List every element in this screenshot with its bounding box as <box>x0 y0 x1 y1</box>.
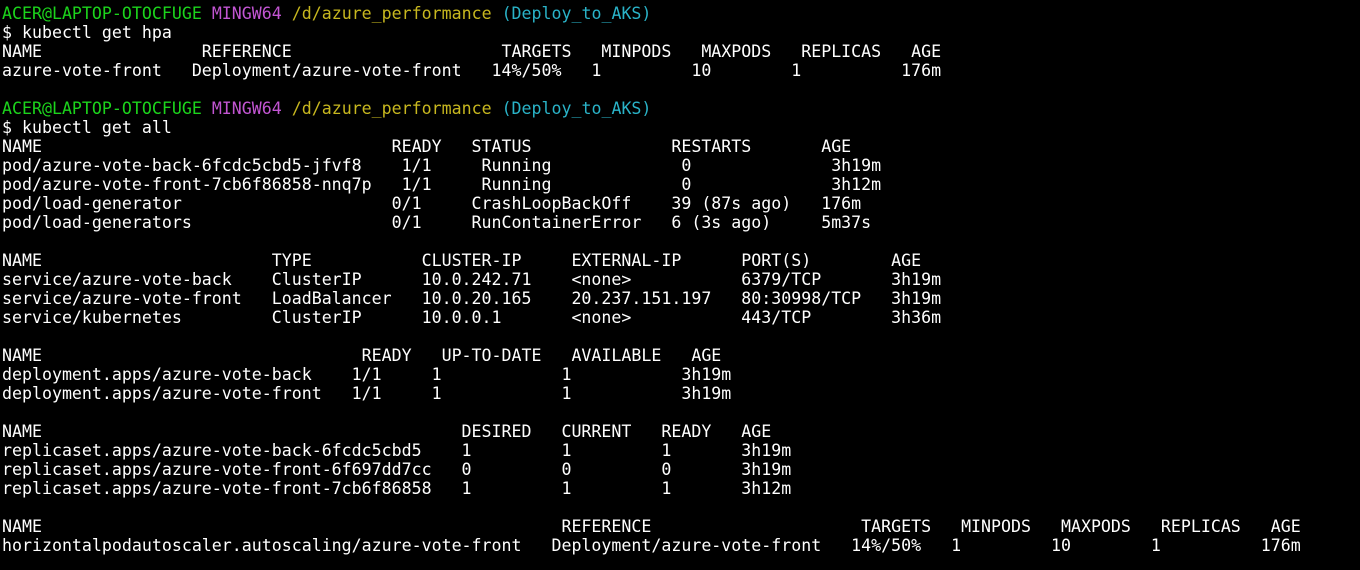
output-line: azure-vote-front Deployment/azure-vote-f… <box>2 61 942 80</box>
prompt-branch: (Deploy_to_AKS) <box>501 4 652 23</box>
command-line: $ kubectl get all <box>2 118 172 137</box>
command-line: $ kubectl get hpa <box>2 23 172 42</box>
output-line: NAME REFERENCE TARGETS MINPODS MAXPODS R… <box>2 517 1301 536</box>
prompt-path: /d/azure_performance <box>291 4 492 23</box>
output-line: NAME REFERENCE TARGETS MINPODS MAXPODS R… <box>2 42 942 61</box>
output-line: replicaset.apps/azure-vote-front-7cb6f86… <box>2 479 792 498</box>
output-line: service/azure-vote-front LoadBalancer 10… <box>2 289 942 308</box>
output-line: pod/azure-vote-back-6fcdc5cbd5-jfvf8 1/1… <box>2 156 882 175</box>
prompt-user-host: ACER@LAPTOP-OTOCFUGE <box>2 99 202 118</box>
prompt-shell: MINGW64 <box>211 99 282 118</box>
output-line: replicaset.apps/azure-vote-back-6fcdc5cb… <box>2 441 792 460</box>
prompt-line: ACER@LAPTOP-OTOCFUGE MINGW64 /d/azure_pe… <box>2 4 1360 23</box>
prompt-shell: MINGW64 <box>211 4 282 23</box>
output-line: pod/azure-vote-front-7cb6f86858-nnq7p 1/… <box>2 175 882 194</box>
output-line: service/kubernetes ClusterIP 10.0.0.1 <n… <box>2 308 942 327</box>
output-line: replicaset.apps/azure-vote-front-6f697dd… <box>2 460 792 479</box>
output-line: pod/load-generators 0/1 RunContainerErro… <box>2 213 872 232</box>
prompt-user-host: ACER@LAPTOP-OTOCFUGE <box>2 4 202 23</box>
output-line: NAME READY UP-TO-DATE AVAILABLE AGE <box>2 346 722 365</box>
prompt-line: ACER@LAPTOP-OTOCFUGE MINGW64 /d/azure_pe… <box>2 99 1360 118</box>
output-line: horizontalpodautoscaler.autoscaling/azur… <box>2 536 1301 555</box>
output-line: deployment.apps/azure-vote-back 1/1 1 1 … <box>2 365 732 384</box>
output-line: pod/load-generator 0/1 CrashLoopBackOff … <box>2 194 862 213</box>
output-line: NAME TYPE CLUSTER-IP EXTERNAL-IP PORT(S)… <box>2 251 922 270</box>
output-line: NAME READY STATUS RESTARTS AGE <box>2 137 852 156</box>
prompt-branch: (Deploy_to_AKS) <box>501 99 652 118</box>
output-line: deployment.apps/azure-vote-front 1/1 1 1… <box>2 384 732 403</box>
output-line: NAME DESIRED CURRENT READY AGE <box>2 422 772 441</box>
output-line: service/azure-vote-back ClusterIP 10.0.2… <box>2 270 942 289</box>
terminal-window[interactable]: ACER@LAPTOP-OTOCFUGE MINGW64 /d/azure_pe… <box>0 0 1360 570</box>
prompt-path: /d/azure_performance <box>291 99 492 118</box>
